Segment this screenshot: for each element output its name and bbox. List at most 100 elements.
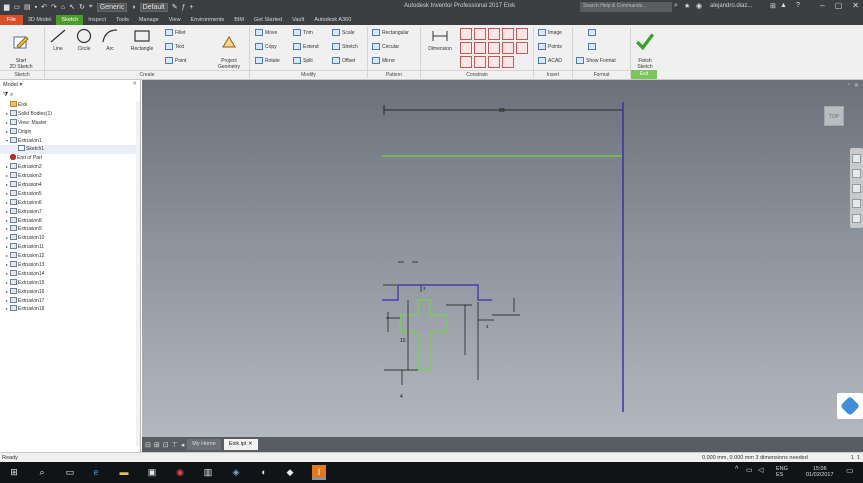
tab-tools[interactable]: Tools	[111, 15, 134, 25]
browser-node-feature[interactable]: ▸ Extrusion13	[0, 261, 140, 270]
extend-button[interactable]: Extend	[293, 43, 319, 50]
tile-vertical-icon[interactable]: ⊞	[154, 441, 160, 449]
browser-node-folder[interactable]: ▸ View: Master	[0, 118, 140, 128]
smooth-constraint-icon[interactable]	[516, 42, 528, 54]
stretch-button[interactable]: Stretch	[332, 43, 358, 50]
minimize-icon[interactable]: –	[820, 1, 824, 10]
plus-icon[interactable]: +	[190, 4, 194, 11]
browser-node-feature[interactable]: ▸ Extrusion2	[0, 163, 140, 172]
inventor-taskbar-icon[interactable]: I	[312, 465, 326, 480]
offset-button[interactable]: Offset	[332, 57, 355, 64]
browser-node-feature[interactable]: ▸ Extrusion11	[0, 243, 140, 252]
language-indicator[interactable]: ENG ES	[776, 466, 788, 478]
look-at-icon[interactable]	[852, 214, 861, 223]
circle-button[interactable]: Circle	[73, 28, 95, 52]
user-name[interactable]: alejandro.diaz...	[710, 3, 752, 9]
windows-start-icon[interactable]: ⊞	[6, 465, 22, 480]
browser-node-feature[interactable]: ▸ Extrusion12	[0, 252, 140, 261]
image-button[interactable]: Image	[538, 29, 562, 36]
tab-my-home[interactable]: My Home	[187, 439, 221, 450]
browser-node-feature[interactable]: ▸ Extrusion14	[0, 269, 140, 279]
a360-icon[interactable]: ▲	[780, 2, 787, 9]
dimension-small-a[interactable]: 3	[423, 286, 426, 291]
tab-file[interactable]: File	[0, 15, 23, 25]
close-tab-icon[interactable]: ✕	[248, 441, 253, 447]
design-assistant-icon[interactable]	[837, 393, 863, 419]
browser-node-sketch[interactable]: Sketch1	[0, 145, 140, 155]
browser-node-feature[interactable]: ▸ Extrusion15	[0, 278, 140, 288]
text-button[interactable]: Text	[165, 43, 184, 50]
volume-icon[interactable]: ◁	[758, 466, 763, 474]
tab-3d-model[interactable]: 3D Model	[23, 15, 57, 25]
browser-node-feature[interactable]: ▸ Extrusion10	[0, 234, 140, 243]
dimension-top[interactable]: 20	[383, 102, 624, 118]
search-help-input[interactable]: Search Help & Commands...	[580, 2, 672, 12]
star-icon[interactable]: ★	[684, 2, 690, 10]
network-icon[interactable]: ▭	[746, 466, 753, 474]
chevron-down-icon[interactable]: ▾	[18, 82, 23, 88]
move-button[interactable]: Move	[255, 29, 277, 36]
tab-view[interactable]: View	[164, 15, 186, 25]
browser-node-part[interactable]: Eixk	[0, 101, 140, 110]
fillet-button[interactable]: Fillet	[165, 29, 186, 36]
tab-get-started[interactable]: Get Started	[249, 15, 287, 25]
search-icon[interactable]: ⌕	[34, 465, 50, 480]
search-icon[interactable]: ⌕	[10, 92, 13, 98]
previous-tab-icon[interactable]: ◂	[181, 441, 185, 449]
viewcube[interactable]: TOP	[824, 106, 844, 126]
browser-node-feature[interactable]: ▸ Extrusion8	[0, 216, 140, 226]
fix-constraint-icon[interactable]	[502, 28, 514, 40]
tab-vault[interactable]: Vault	[287, 15, 309, 25]
browser-title[interactable]: Model	[3, 82, 18, 88]
rotate-button[interactable]: Rotate	[255, 57, 280, 64]
circular-pattern-button[interactable]: Circular	[372, 43, 399, 50]
symmetric-constraint-icon[interactable]	[460, 56, 472, 68]
tab-inspect[interactable]: Inspect	[83, 15, 111, 25]
dimension-button[interactable]: Dimension	[424, 28, 456, 52]
points-button[interactable]: Points	[538, 43, 562, 50]
tab-bim[interactable]: BIM	[229, 15, 249, 25]
constraint-settings-icon[interactable]	[502, 56, 514, 68]
concentric-constraint-icon[interactable]	[488, 28, 500, 40]
undo-icon[interactable]: ↶	[41, 3, 47, 11]
finish-sketch-button[interactable]: Finish Sketch	[632, 26, 658, 70]
app-menu-icon[interactable]: ▆	[4, 3, 9, 11]
save-icon[interactable]: ▪	[35, 4, 37, 11]
home-icon[interactable]: ⌂	[61, 4, 65, 11]
app-icon-2[interactable]: ◆	[282, 465, 298, 480]
store-icon[interactable]: ▣	[144, 465, 160, 480]
open-icon[interactable]: ▤	[24, 3, 31, 11]
vertical-constraint-icon[interactable]	[488, 42, 500, 54]
select-icon[interactable]: ↖	[69, 3, 75, 11]
dimension-small-b[interactable]: 4	[486, 324, 489, 329]
rectangular-pattern-button[interactable]: Rectangular	[372, 29, 409, 36]
point-button[interactable]: Point	[165, 57, 186, 64]
fx-icon[interactable]: ƒ	[182, 4, 186, 11]
maximize-icon[interactable]: ▢	[835, 1, 843, 10]
user-icon[interactable]: ◉	[696, 2, 702, 10]
horizontal-constraint-icon[interactable]	[474, 42, 486, 54]
chrome-icon[interactable]: ◉	[172, 465, 188, 480]
notifications-icon[interactable]: ▭	[846, 466, 854, 475]
equal-constraint-icon[interactable]	[474, 56, 486, 68]
scale-button[interactable]: Scale	[332, 29, 355, 36]
parallel-constraint-icon[interactable]	[516, 28, 528, 40]
close-icon[interactable]: ✕	[852, 1, 859, 10]
full-navigation-wheel-icon[interactable]	[852, 154, 861, 163]
tab-document[interactable]: Eixk.ipt ✕	[223, 439, 258, 450]
construction-button[interactable]	[588, 29, 596, 36]
new-icon[interactable]: ▭	[13, 3, 20, 11]
app-icon-1[interactable]: ◐	[256, 465, 272, 480]
tab-autodesk-a360[interactable]: Autodesk A360	[309, 15, 356, 25]
material-icon[interactable]: ◑	[131, 4, 135, 11]
browser-node-eop[interactable]: End of Part	[0, 154, 140, 163]
split-button[interactable]: Split	[293, 57, 313, 64]
sketch-profile-blue[interactable]	[382, 284, 492, 301]
browser-node-feature[interactable]: ▸ Extrusion4	[0, 181, 140, 190]
dimension-4[interactable]: 4	[400, 394, 403, 400]
trim-button[interactable]: Trim	[293, 29, 313, 36]
clock[interactable]: 15:06 01/02/2017	[806, 466, 834, 478]
tangent-constraint-icon[interactable]	[502, 42, 514, 54]
media-icon[interactable]: ▥	[200, 465, 216, 480]
sketch-cross-green[interactable]	[399, 299, 447, 371]
